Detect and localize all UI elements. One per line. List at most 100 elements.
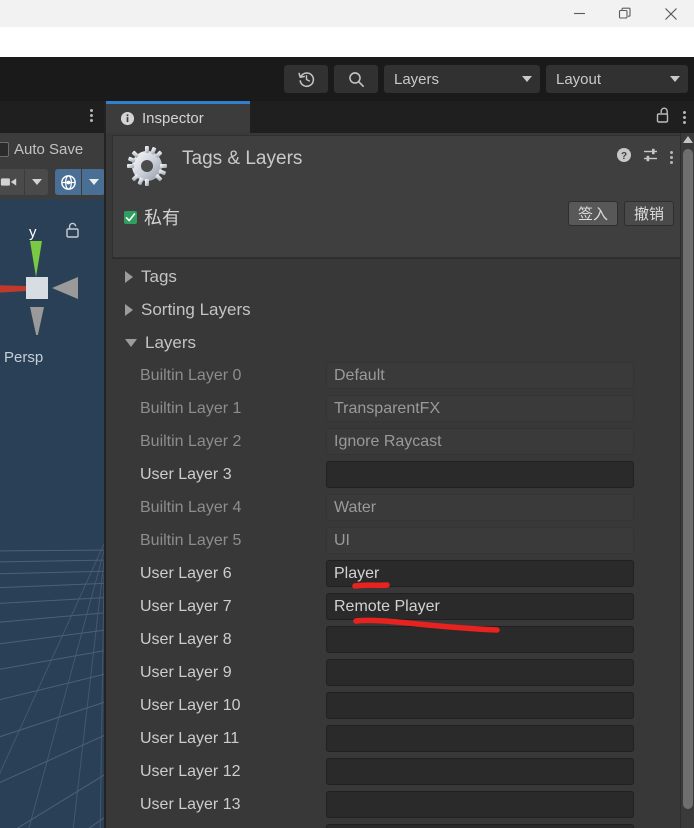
layer-row-label: User Layer 8 — [140, 630, 232, 648]
layer-name-input[interactable]: Player — [326, 560, 634, 587]
camera-dropdown-button[interactable] — [24, 169, 48, 195]
layer-name-input[interactable]: Remote Player — [326, 593, 634, 620]
layer-row: User Layer 7 Remote Player — [124, 590, 682, 623]
layer-list: Builtin Layer 0 Default Builtin Layer 1 Tra… — [124, 359, 682, 828]
info-icon — [120, 111, 135, 126]
inspector-lock-button[interactable] — [656, 106, 671, 128]
close-icon — [665, 7, 677, 20]
layer-row: Builtin Layer 5 UI — [124, 524, 682, 557]
layer-name-input: TransparentFX — [326, 395, 634, 422]
checkin-button[interactable]: 签入 — [567, 201, 618, 226]
section-foldouts: Tags Sorting Layers Layers — [112, 260, 684, 359]
layer-row: Builtin Layer 0 Default — [124, 359, 682, 392]
foldout-tags-label: Tags — [141, 266, 177, 286]
layout-dropdown-label: Layout — [556, 70, 602, 88]
layer-row: User Layer 8 — [124, 623, 682, 656]
minimize-button[interactable] — [556, 0, 602, 27]
layer-name-input: Water — [326, 494, 634, 521]
layer-row-label: Builtin Layer 2 — [140, 432, 242, 450]
inspector-header-menu-button[interactable] — [670, 151, 673, 164]
inspector-menu-button[interactable] — [683, 110, 686, 124]
chevron-down-icon — [31, 179, 42, 185]
layer-name-input[interactable] — [326, 461, 634, 488]
history-icon — [297, 71, 314, 87]
revert-button[interactable]: 撤销 — [623, 201, 674, 226]
search-button[interactable] — [334, 65, 378, 93]
layer-row-label: User Layer 10 — [140, 696, 241, 714]
lock-open-icon — [656, 107, 669, 123]
foldout-layers[interactable]: Layers — [112, 326, 684, 359]
scene-tools-row — [0, 165, 105, 199]
layer-name-input[interactable] — [326, 659, 634, 686]
inspector-tabbar-actions — [656, 101, 686, 133]
kebab-menu-icon — [89, 109, 93, 122]
foldout-tags[interactable]: Tags — [112, 260, 684, 293]
scene-tabbar — [0, 101, 105, 133]
gear-icon — [127, 146, 167, 186]
inspector-tabbar: Inspector — [106, 101, 694, 133]
tab-inspector[interactable]: Inspector — [106, 101, 250, 133]
close-button[interactable] — [648, 0, 694, 27]
layer-row-label: Builtin Layer 1 — [140, 399, 242, 417]
scroll-up-arrow-icon[interactable] — [683, 136, 693, 143]
layer-row-label: User Layer 3 — [140, 465, 232, 483]
layer-row: User Layer 10 — [124, 689, 682, 722]
layer-row: User Layer 9 — [124, 656, 682, 689]
camera-settings-button[interactable] — [0, 169, 25, 195]
help-button[interactable]: ? — [616, 147, 632, 168]
inspector-header-actions: ? — [616, 147, 673, 168]
window-titlebar — [0, 0, 694, 27]
lock-icon[interactable] — [65, 221, 80, 239]
layout-dropdown[interactable]: Layout — [546, 65, 688, 93]
private-checkbox[interactable] — [124, 210, 137, 224]
foldout-layers-label: Layers — [145, 332, 197, 352]
foldout-sorting-layers-label: Sorting Layers — [141, 299, 251, 319]
chevron-down-icon — [670, 76, 680, 82]
layer-name-input[interactable] — [326, 725, 634, 752]
orientation-gizmo[interactable]: y — [0, 215, 104, 335]
layer-name-input[interactable] — [326, 626, 634, 653]
layer-row-label: User Layer 11 — [140, 729, 240, 747]
kebab-menu-icon — [683, 110, 686, 124]
check-icon — [125, 212, 136, 221]
layer-name-input: UI — [326, 527, 634, 554]
layer-row: User Layer 12 — [124, 755, 682, 788]
restore-button[interactable] — [602, 0, 648, 27]
page-title: Tags & Layers — [182, 148, 303, 169]
unity-editor-window: Layers Layout Auto Save y Persp Inspecto… — [0, 0, 694, 828]
chevron-right-icon — [125, 303, 133, 316]
undo-history-button[interactable] — [284, 65, 328, 93]
gizmo-dropdown-button[interactable] — [81, 169, 105, 195]
preset-icon — [644, 148, 657, 162]
settings-asset-icon-wrap — [125, 144, 169, 193]
auto-save-checkbox[interactable] — [0, 141, 9, 157]
layer-row-label: Builtin Layer 0 — [140, 366, 242, 384]
inspector-scrollbar[interactable] — [680, 133, 694, 828]
layer-row: Builtin Layer 1 TransparentFX — [124, 392, 682, 425]
inspector-panel: Inspector Tags & Layers ? 私有 签入 撤销 Tags … — [106, 101, 694, 828]
auto-save-row: Auto Save — [0, 133, 105, 165]
preset-button[interactable] — [643, 147, 659, 168]
layer-name-input: Ignore Raycast — [326, 428, 634, 455]
help-icon: ? — [617, 148, 631, 162]
layer-row: User Layer 3 — [124, 458, 682, 491]
private-checkbox-row[interactable]: 私有 — [124, 204, 180, 230]
globe-icon — [60, 174, 76, 190]
vcs-buttons: 签入 撤销 — [567, 201, 674, 226]
search-icon — [348, 71, 364, 87]
scene-viewport[interactable]: y Persp — [0, 199, 104, 828]
layer-name-input[interactable] — [326, 692, 634, 719]
layer-name-input[interactable] — [326, 824, 634, 828]
foldout-sorting-layers[interactable]: Sorting Layers — [112, 293, 684, 326]
restore-icon — [618, 7, 631, 19]
gizmo-globe-toggle[interactable] — [54, 169, 82, 195]
scrollbar-thumb[interactable] — [683, 149, 693, 809]
scene-panel-menu-button[interactable] — [89, 109, 93, 122]
layer-name-input[interactable] — [326, 791, 634, 818]
layer-name-input[interactable] — [326, 758, 634, 785]
perspective-label: Persp — [4, 349, 44, 366]
kebab-menu-icon — [670, 151, 673, 164]
layer-row-label: User Layer 13 — [140, 795, 241, 813]
chevron-right-icon — [125, 270, 133, 283]
layers-dropdown[interactable]: Layers — [384, 65, 540, 93]
